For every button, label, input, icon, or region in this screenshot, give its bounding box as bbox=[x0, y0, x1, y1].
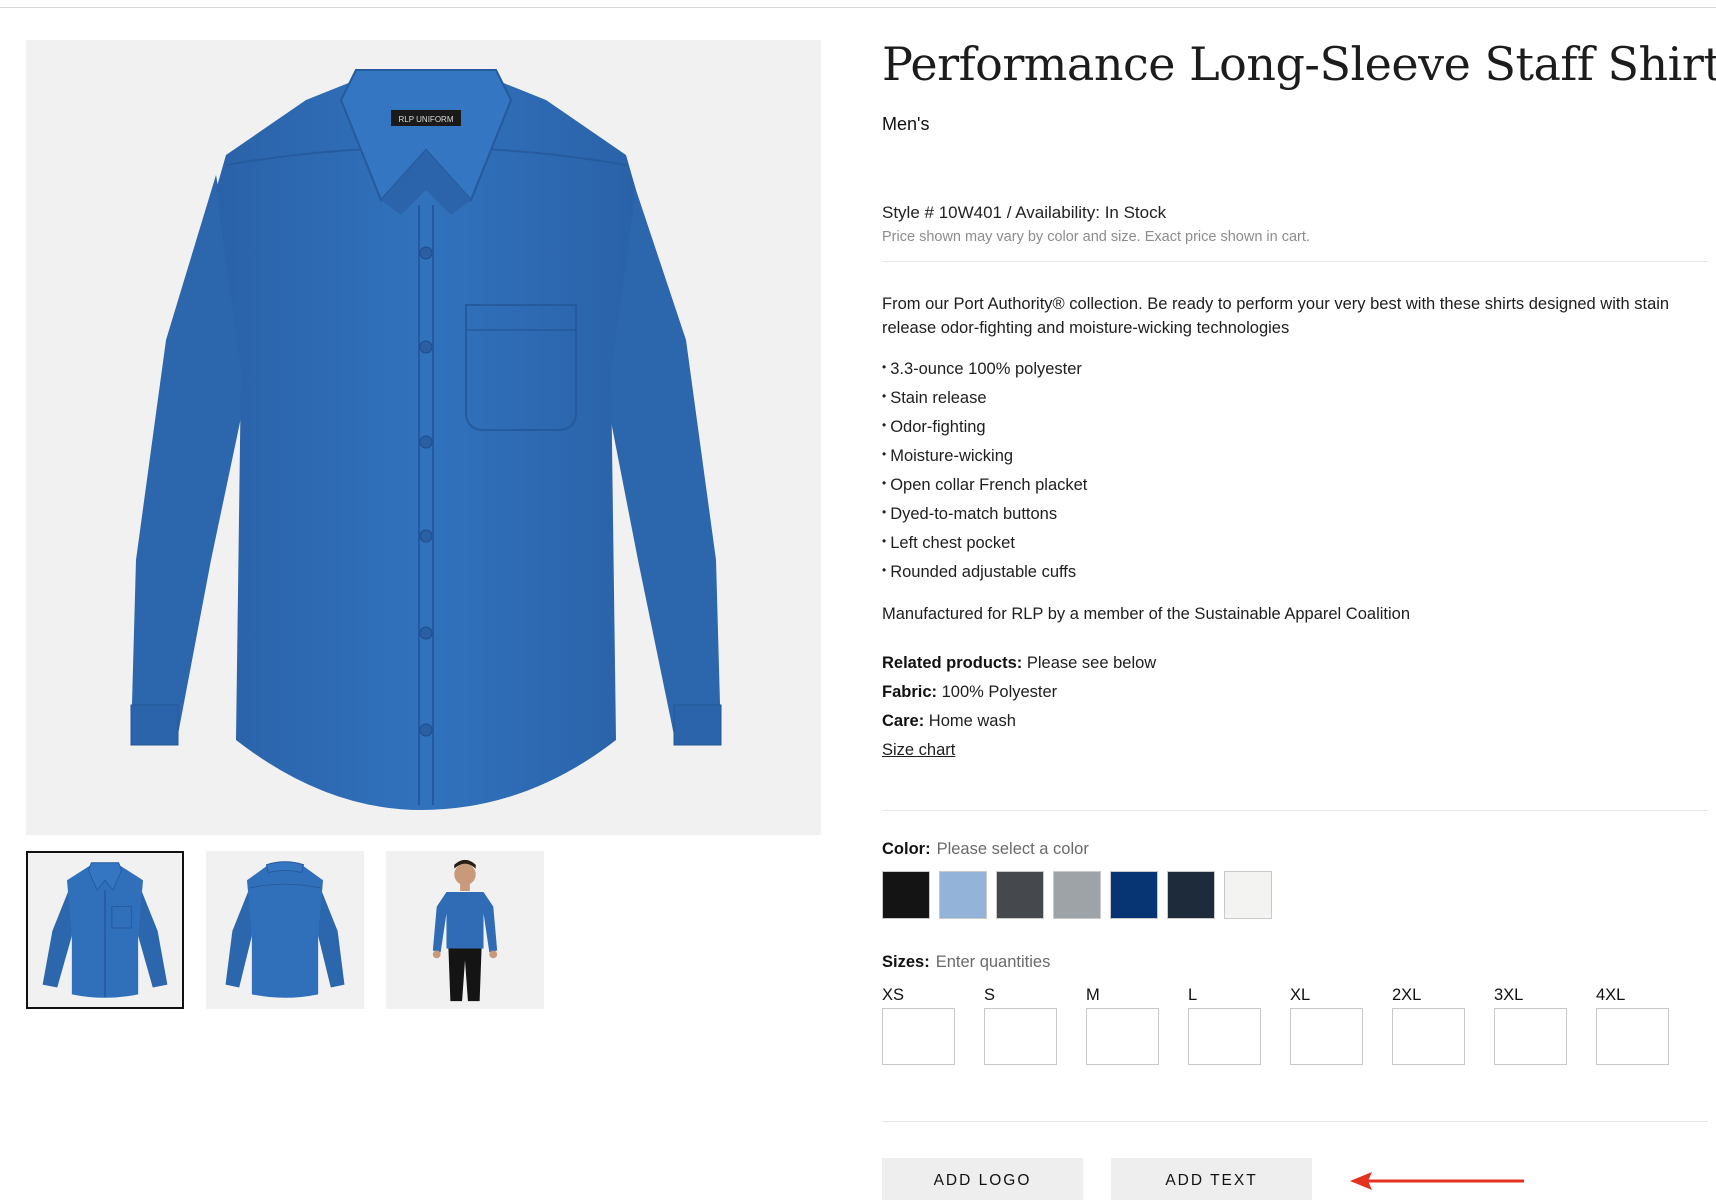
sizes-hint: Enter quantities bbox=[935, 953, 1051, 971]
color-swatch-navy[interactable] bbox=[1110, 871, 1158, 919]
collar-tag-text: RLP UNIFORM bbox=[399, 115, 454, 124]
size-cell-xl: XL bbox=[1290, 986, 1363, 1065]
size-label: XS bbox=[882, 986, 905, 1004]
care-value: Home wash bbox=[928, 712, 1016, 730]
size-quantity-grid: XS S M L XL 2XL 3XL 4XL bbox=[882, 986, 1708, 1065]
color-swatch-charcoal[interactable] bbox=[996, 871, 1044, 919]
size-cell-2xl: 2XL bbox=[1392, 986, 1465, 1065]
related-products: Related products: Please see below bbox=[882, 649, 1708, 678]
quantity-input-xs[interactable] bbox=[882, 1008, 955, 1065]
size-cell-3xl: 3XL bbox=[1494, 986, 1567, 1065]
size-chart-link[interactable]: Size chart bbox=[882, 736, 955, 765]
product-info-panel: Performance Long-Sleeve Staff Shirt Men'… bbox=[882, 36, 1716, 1200]
related-label: Related products: bbox=[882, 654, 1023, 672]
size-label: L bbox=[1188, 986, 1198, 1004]
sizes-label: Sizes: bbox=[882, 953, 930, 971]
fabric-spec: Fabric: 100% Polyester bbox=[882, 678, 1708, 707]
quantity-input-l[interactable] bbox=[1188, 1008, 1261, 1065]
feature-item: Moisture-wicking bbox=[882, 442, 1708, 471]
feature-item: Odor-fighting bbox=[882, 413, 1708, 442]
quantity-input-3xl[interactable] bbox=[1494, 1008, 1567, 1065]
related-value: Please see below bbox=[1026, 654, 1157, 672]
thumbnail-shirt-front[interactable] bbox=[26, 851, 184, 1009]
divider bbox=[882, 1121, 1708, 1122]
left-arrow-icon bbox=[1350, 1171, 1524, 1190]
add-text-button[interactable]: ADD TEXT bbox=[1111, 1158, 1312, 1200]
size-label: 2XL bbox=[1392, 986, 1422, 1004]
customize-actions: ADD LOGO ADD TEXT bbox=[882, 1158, 1708, 1200]
quantity-input-4xl[interactable] bbox=[1596, 1008, 1669, 1065]
size-cell-xs: XS bbox=[882, 986, 955, 1065]
size-label: 4XL bbox=[1596, 986, 1626, 1004]
product-gender: Men's bbox=[882, 114, 930, 134]
size-cell-s: S bbox=[984, 986, 1057, 1065]
color-swatches bbox=[882, 871, 1708, 919]
top-divider bbox=[0, 7, 1716, 8]
care-label: Care: bbox=[882, 712, 925, 730]
thumbnail-strip bbox=[26, 851, 544, 1009]
style-availability: Style # 10W401 / Availability: In Stock bbox=[882, 203, 1167, 222]
size-selector-label: Sizes: Enter quantities bbox=[882, 953, 1708, 972]
size-label: XL bbox=[1290, 986, 1311, 1004]
feature-item: Rounded adjustable cuffs bbox=[882, 558, 1708, 587]
shirt-front-image: RLP UNIFORM bbox=[130, 69, 722, 810]
size-label: 3XL bbox=[1494, 986, 1524, 1004]
feature-item: Open collar French placket bbox=[882, 471, 1708, 500]
quantity-input-2xl[interactable] bbox=[1392, 1008, 1465, 1065]
size-label: S bbox=[984, 986, 996, 1004]
color-swatch-light-blue[interactable] bbox=[939, 871, 987, 919]
quantity-input-s[interactable] bbox=[984, 1008, 1057, 1065]
color-swatch-dark-navy[interactable] bbox=[1167, 871, 1215, 919]
size-cell-4xl: 4XL bbox=[1596, 986, 1669, 1065]
color-swatch-white[interactable] bbox=[1224, 871, 1272, 919]
color-label: Color: bbox=[882, 840, 931, 858]
product-title: Performance Long-Sleeve Staff Shirt bbox=[882, 37, 1716, 91]
quantity-input-m[interactable] bbox=[1086, 1008, 1159, 1065]
product-meta: Style # 10W401 / Availability: In Stock … bbox=[882, 203, 1708, 245]
feature-item: 3.3-ounce 100% polyester bbox=[882, 355, 1708, 384]
size-cell-l: L bbox=[1188, 986, 1261, 1065]
manufacturing-note: Manufactured for RLP by a member of the … bbox=[882, 605, 1410, 623]
product-description: From our Port Authority® collection. Be … bbox=[882, 295, 1670, 337]
fabric-value: 100% Polyester bbox=[941, 683, 1058, 701]
color-selector-label: Color: Please select a color bbox=[882, 840, 1708, 859]
divider bbox=[882, 810, 1708, 811]
color-hint: Please select a color bbox=[936, 840, 1089, 858]
feature-item: Dyed-to-match buttons bbox=[882, 500, 1708, 529]
size-cell-m: M bbox=[1086, 986, 1159, 1065]
color-swatch-black[interactable] bbox=[882, 871, 930, 919]
color-swatch-gray[interactable] bbox=[1053, 871, 1101, 919]
main-product-image[interactable]: RLP UNIFORM bbox=[26, 40, 821, 835]
feature-list: 3.3-ounce 100% polyester Stain release O… bbox=[882, 355, 1708, 587]
price-note: Price shown may vary by color and size. … bbox=[882, 229, 1310, 245]
size-label: M bbox=[1086, 986, 1100, 1004]
product-specs: Related products: Please see below Fabri… bbox=[882, 649, 1708, 765]
thumbnail-model-wearing-shirt[interactable] bbox=[386, 851, 544, 1009]
thumbnail-shirt-back[interactable] bbox=[206, 851, 364, 1009]
divider bbox=[882, 261, 1708, 262]
care-spec: Care: Home wash bbox=[882, 707, 1708, 736]
feature-item: Stain release bbox=[882, 384, 1708, 413]
feature-item: Left chest pocket bbox=[882, 529, 1708, 558]
fabric-label: Fabric: bbox=[882, 683, 938, 701]
quantity-input-xl[interactable] bbox=[1290, 1008, 1363, 1065]
add-logo-button[interactable]: ADD LOGO bbox=[882, 1158, 1083, 1200]
